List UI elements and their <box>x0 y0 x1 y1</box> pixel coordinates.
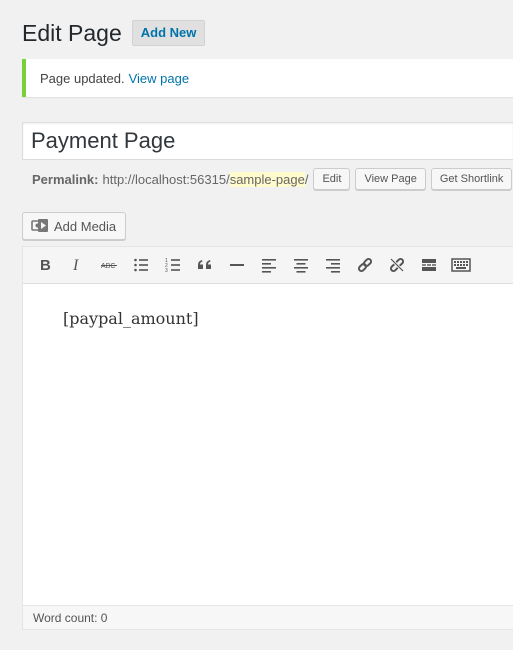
permalink-label: Permalink: <box>32 171 99 187</box>
permalink-slug[interactable]: sample-page <box>229 171 305 187</box>
svg-text:ABC: ABC <box>101 263 115 270</box>
permalink-base-url: http://localhost:56315/ <box>102 171 230 187</box>
align-left-icon[interactable] <box>253 251 285 279</box>
content-editor: B I ABC 123 [paypal_amount] Word count: … <box>22 246 513 630</box>
view-page-button[interactable]: View Page <box>355 168 426 190</box>
update-notice: Page updated. View page <box>22 59 513 97</box>
bold-icon[interactable]: B <box>29 251 61 279</box>
permalink-trailing: / <box>304 171 309 187</box>
toolbar-toggle-icon[interactable] <box>445 251 477 279</box>
title-input[interactable]: Payment Page <box>22 122 513 160</box>
bullet-list-icon[interactable] <box>125 251 157 279</box>
add-new-button[interactable]: Add New <box>131 20 206 46</box>
page-title: Edit Page <box>22 20 122 46</box>
align-right-icon[interactable] <box>317 251 349 279</box>
word-count: Word count: 0 <box>33 610 108 625</box>
svg-text:3: 3 <box>165 268 168 273</box>
horizontal-rule-icon[interactable] <box>221 251 253 279</box>
title-value: Payment Page <box>31 128 176 153</box>
page-header: Edit Page Add New <box>22 17 206 49</box>
read-more-icon[interactable] <box>413 251 445 279</box>
view-page-link[interactable]: View page <box>129 71 189 86</box>
editor-content[interactable]: [paypal_amount] <box>63 309 199 328</box>
editor-statusbar: Word count: 0 <box>23 605 513 629</box>
get-shortlink-button[interactable]: Get Shortlink <box>430 168 513 190</box>
add-media-icon <box>31 218 49 234</box>
strikethrough-icon[interactable]: ABC <box>93 251 125 279</box>
notice-text: Page updated. <box>40 70 125 86</box>
italic-icon[interactable]: I <box>61 251 93 279</box>
remove-link-icon[interactable] <box>381 251 413 279</box>
add-media-button[interactable]: Add Media <box>22 212 126 240</box>
align-center-icon[interactable] <box>285 251 317 279</box>
permalink-row: Permalink: http://localhost:56315/sample… <box>32 166 513 192</box>
edit-permalink-button[interactable]: Edit <box>313 168 351 190</box>
editor-toolbar: B I ABC 123 <box>23 247 513 284</box>
svg-text:I: I <box>72 257 79 273</box>
insert-link-icon[interactable] <box>349 251 381 279</box>
numbered-list-icon[interactable]: 123 <box>157 251 189 279</box>
add-media-label: Add Media <box>54 218 117 234</box>
blockquote-icon[interactable] <box>189 251 221 279</box>
svg-text:B: B <box>40 257 51 273</box>
